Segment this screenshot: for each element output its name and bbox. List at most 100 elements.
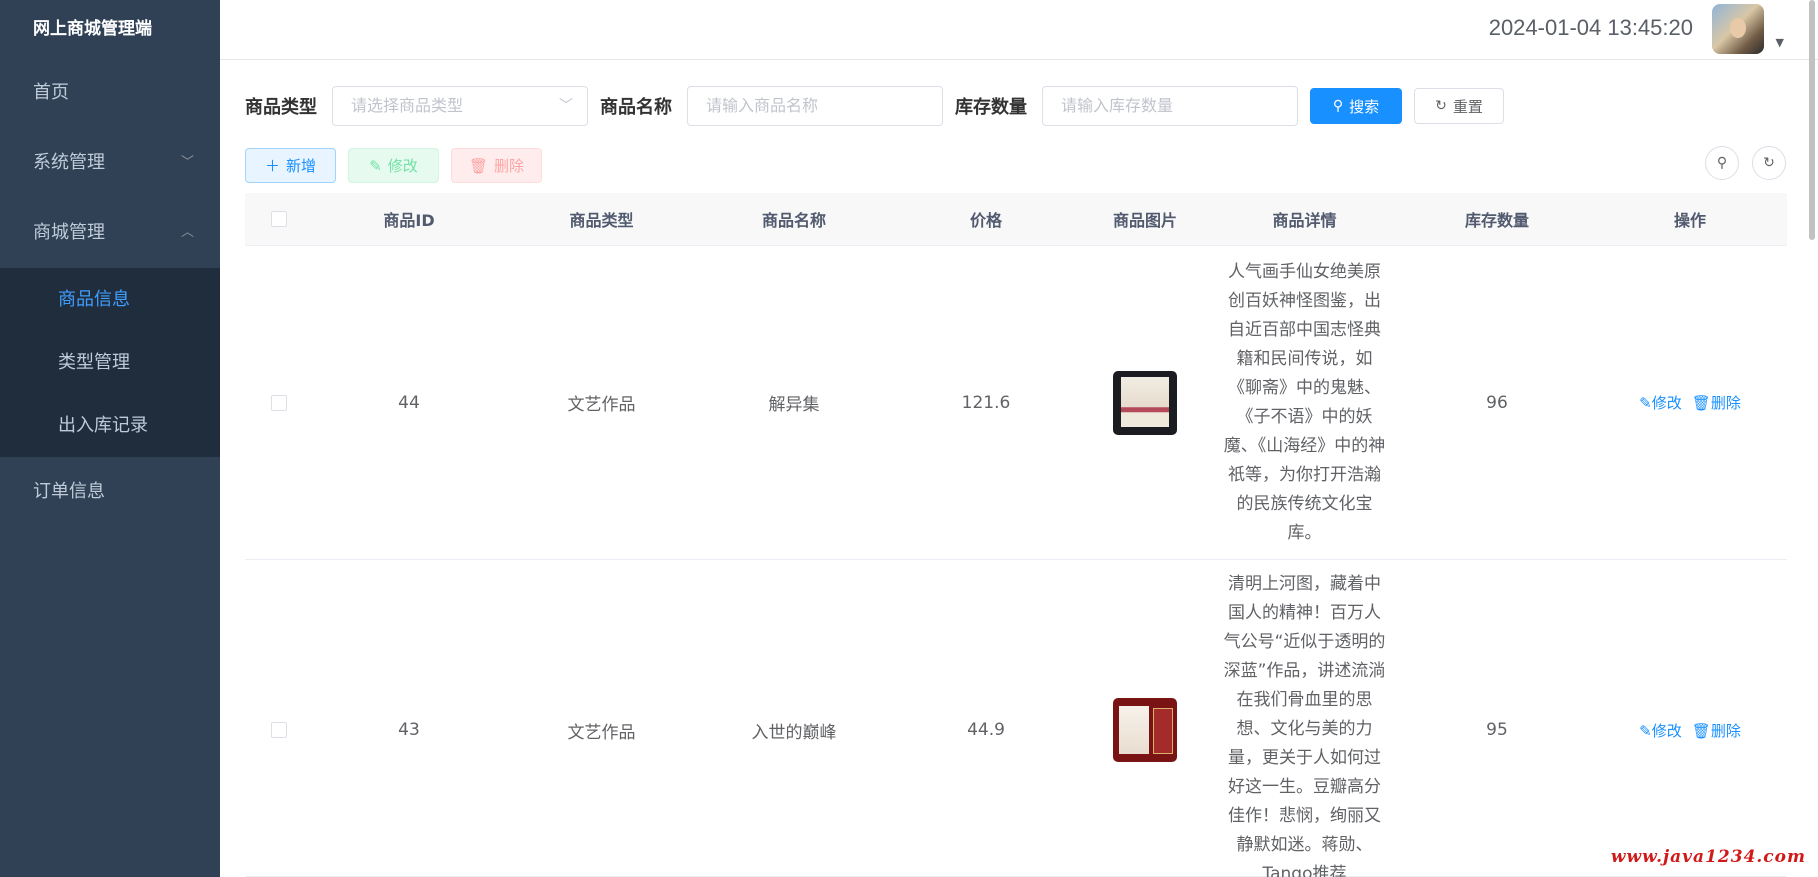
avatar[interactable]	[1712, 4, 1764, 54]
sidebar-item-label: 订单信息	[33, 481, 105, 502]
row-edit-label: 修改	[1651, 394, 1682, 412]
cell-detail: 人气画手仙女绝美原创百妖神怪图鉴，出自近百部中国志怪典籍和民间传说，如《聊斋》中…	[1208, 246, 1401, 559]
search-button[interactable]: ⚲ 搜索	[1310, 88, 1402, 124]
name-input-placeholder: 请输入商品名称	[706, 96, 819, 115]
product-image[interactable]	[1113, 370, 1177, 435]
add-button[interactable]: ＋ 新增	[245, 148, 336, 183]
select-all-checkbox[interactable]	[271, 211, 287, 227]
refresh-button[interactable]: ↻	[1752, 146, 1786, 180]
sidebar-item-mall[interactable]: 商城管理 ︿	[0, 198, 220, 268]
delete-button[interactable]: 🗑 删除	[451, 148, 542, 183]
sidebar-item-system[interactable]: 系统管理 ﹀	[0, 128, 220, 198]
top-header: 2024-01-04 13:45:20 ▼	[220, 0, 1818, 60]
refresh-icon: ↻	[1763, 155, 1775, 171]
product-table: 商品ID 商品类型 商品名称 价格 商品图片 商品详情 库存数量 操作 44 文…	[245, 193, 1787, 877]
product-detail-text: 人气画手仙女绝美原创百妖神怪图鉴，出自近百部中国志怪典籍和民间传说，如《聊斋》中…	[1223, 261, 1386, 543]
cell-image	[1082, 560, 1208, 877]
refresh-icon: ↻	[1435, 98, 1447, 114]
cell-stock: 95	[1486, 720, 1508, 740]
chevron-up-icon: ︿	[180, 225, 194, 240]
type-select-placeholder: 请选择商品类型	[351, 96, 464, 115]
trash-icon: 🗑	[468, 156, 489, 175]
search-form: 商品类型 请选择商品类型 ﹀ 商品名称 请输入商品名称 库存数量 请输入库存数量…	[245, 86, 1504, 126]
sidebar-subitem-stock-records[interactable]: 出入库记录	[0, 394, 220, 457]
name-label: 商品名称	[600, 97, 672, 118]
row-delete-button[interactable]: 🗑删除	[1692, 720, 1741, 741]
product-image[interactable]	[1113, 698, 1177, 762]
action-toolbar: ＋ 新增 ✎ 修改 🗑 删除	[245, 148, 554, 183]
row-select-cell	[245, 246, 313, 559]
toggle-search-button[interactable]: ⚲	[1705, 146, 1739, 180]
table-header: 商品ID 商品类型 商品名称 价格 商品图片 商品详情 库存数量 操作	[245, 193, 1787, 246]
app-title: 网上商城管理端	[33, 19, 152, 39]
stock-label: 库存数量	[955, 97, 1027, 118]
row-delete-button[interactable]: 🗑删除	[1692, 392, 1741, 413]
row-delete-label: 删除	[1710, 721, 1741, 740]
row-edit-label: 修改	[1651, 721, 1682, 740]
search-icon: ⚲	[1716, 155, 1728, 171]
cell-type: 文艺作品	[567, 722, 636, 743]
sidebar-subitem-products[interactable]: 商品信息	[0, 268, 220, 331]
caret-down-icon[interactable]: ▼	[1776, 36, 1784, 49]
sidebar-item-label: 商城管理	[33, 222, 105, 243]
select-all-cell	[245, 193, 313, 245]
watermark: www.java1234.com	[1610, 847, 1806, 867]
trash-icon: 🗑	[1691, 394, 1711, 412]
cell-image	[1082, 246, 1208, 559]
column-header: 商品ID	[383, 211, 435, 230]
sidebar-item-label: 系统管理	[33, 152, 105, 173]
scrollbar-thumb[interactable]	[1809, 0, 1815, 240]
sidebar-submenu: 商品信息 类型管理 出入库记录	[0, 268, 220, 457]
cell-price: 44.9	[967, 720, 1005, 740]
column-header: 商品图片	[1112, 211, 1177, 230]
stock-input[interactable]: 请输入库存数量	[1042, 86, 1298, 126]
cell-actions: ✎修改 🗑删除	[1593, 246, 1787, 559]
type-select[interactable]: 请选择商品类型 ﹀	[332, 86, 588, 126]
row-checkbox[interactable]	[271, 394, 287, 411]
column-header: 商品详情	[1272, 211, 1337, 230]
cell-stock: 96	[1486, 392, 1508, 413]
plus-icon: ＋	[264, 157, 280, 175]
column-header: 价格	[969, 211, 1002, 230]
cell-type: 文艺作品	[567, 395, 636, 415]
edit-icon: ✎	[369, 156, 382, 175]
reset-button-label: 重置	[1452, 97, 1483, 116]
cell-id: 44	[398, 392, 420, 413]
edit-icon: ✎	[1639, 394, 1652, 412]
table-row: 43 文艺作品 入世的巅峰 44.9 清明上河图，藏着中国人的精神！百万人气公号…	[245, 560, 1787, 877]
edit-icon: ✎	[1639, 721, 1652, 740]
column-header: 操作	[1673, 211, 1706, 230]
cell-id: 43	[398, 720, 420, 740]
reset-button[interactable]: ↻ 重置	[1414, 88, 1504, 124]
row-edit-button[interactable]: ✎修改	[1639, 392, 1682, 413]
sidebar-item-orders[interactable]: 订单信息	[0, 457, 220, 527]
row-checkbox[interactable]	[271, 722, 287, 738]
cell-name: 入世的巅峰	[751, 722, 837, 743]
trash-icon: 🗑	[1691, 721, 1711, 740]
edit-button[interactable]: ✎ 修改	[348, 148, 439, 183]
type-label: 商品类型	[245, 97, 317, 118]
edit-button-label: 修改	[387, 157, 418, 175]
cell-actions: ✎修改 🗑删除	[1593, 560, 1787, 877]
product-detail-text: 清明上河图，藏着中国人的精神！百万人气公号“近似于透明的深蓝”作品，讲述流淌在我…	[1223, 574, 1386, 877]
column-header: 商品名称	[761, 211, 826, 230]
search-icon: ⚲	[1332, 98, 1344, 114]
search-button-label: 搜索	[1349, 97, 1380, 116]
cell-price: 121.6	[961, 392, 1011, 413]
row-edit-button[interactable]: ✎修改	[1639, 720, 1682, 741]
cell-name: 解异集	[768, 395, 820, 415]
column-header: 商品类型	[569, 211, 634, 230]
sidebar-subitem-types[interactable]: 类型管理	[0, 331, 220, 394]
column-header: 库存数量	[1464, 211, 1529, 230]
chevron-down-icon: ﹀	[559, 98, 573, 114]
header-datetime: 2024-01-04 13:45:20	[1488, 15, 1693, 40]
table-row: 44 文艺作品 解异集 121.6 人气画手仙女绝美原创百妖神怪图鉴，出自近百部…	[245, 246, 1787, 560]
sidebar: 网上商城管理端 首页 系统管理 ﹀ 商城管理 ︿ 商品信息 类型管理 出入库记录…	[0, 0, 220, 877]
chevron-down-icon: ﹀	[180, 155, 194, 170]
sidebar-item-home[interactable]: 首页	[0, 58, 220, 128]
cell-detail: 清明上河图，藏着中国人的精神！百万人气公号“近似于透明的深蓝”作品，讲述流淌在我…	[1208, 560, 1401, 877]
name-input[interactable]: 请输入商品名称	[687, 86, 943, 126]
row-delete-label: 删除	[1710, 394, 1741, 412]
add-button-label: 新增	[286, 157, 317, 175]
delete-button-label: 删除	[494, 157, 525, 175]
